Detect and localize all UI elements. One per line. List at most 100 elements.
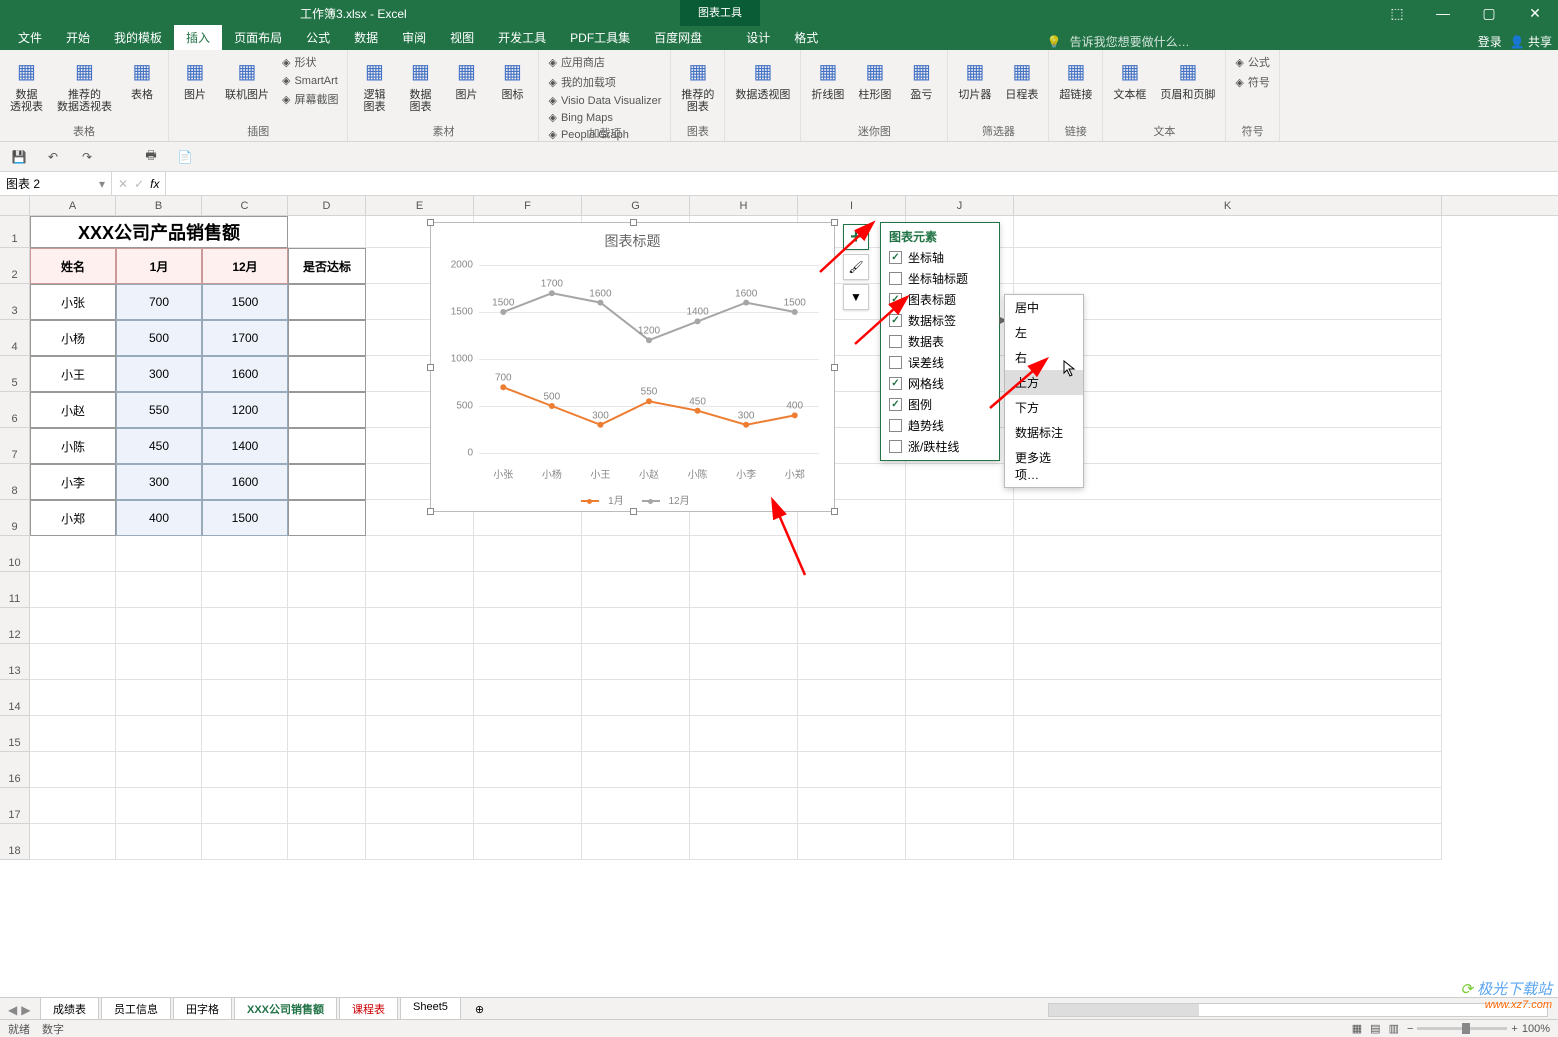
- zoom-level[interactable]: 100%: [1522, 1023, 1550, 1035]
- cell[interactable]: [30, 608, 116, 644]
- cell[interactable]: [690, 824, 798, 860]
- ribbon-tab[interactable]: 插入: [174, 25, 222, 50]
- save-icon[interactable]: 💾: [8, 146, 30, 168]
- submenu-item[interactable]: 下方: [1005, 395, 1083, 420]
- formula-input[interactable]: [166, 172, 1558, 195]
- ribbon-tab[interactable]: 开发工具: [486, 25, 558, 50]
- row-header[interactable]: 11: [0, 572, 30, 608]
- cell[interactable]: [906, 716, 1014, 752]
- cell[interactable]: [906, 644, 1014, 680]
- chart-element-checkbox[interactable]: 趋势线: [881, 415, 999, 436]
- cell[interactable]: [798, 824, 906, 860]
- cell[interactable]: [30, 680, 116, 716]
- cell[interactable]: 小杨: [30, 320, 116, 356]
- cell[interactable]: [202, 680, 288, 716]
- cell[interactable]: 1600: [202, 464, 288, 500]
- column-header[interactable]: H: [690, 196, 798, 215]
- cell[interactable]: 700: [116, 284, 202, 320]
- cell[interactable]: [1014, 500, 1442, 536]
- preview-icon[interactable]: 📄: [174, 146, 196, 168]
- ribbon-tab[interactable]: 公式: [294, 25, 342, 50]
- chart-legend[interactable]: 1月 12月: [431, 492, 834, 507]
- cell[interactable]: [202, 788, 288, 824]
- cell[interactable]: [1014, 216, 1442, 248]
- minimize-icon[interactable]: —: [1420, 0, 1466, 26]
- column-header[interactable]: B: [116, 196, 202, 215]
- cell[interactable]: [906, 572, 1014, 608]
- plot-area[interactable]: 0500100015002000小张小杨小王小赵小陈小李小郑7005003005…: [479, 265, 819, 461]
- cell[interactable]: [30, 644, 116, 680]
- cell[interactable]: 小赵: [30, 392, 116, 428]
- cell[interactable]: [116, 608, 202, 644]
- chart-element-checkbox[interactable]: 坐标轴: [881, 247, 999, 268]
- cell[interactable]: [30, 536, 116, 572]
- cell[interactable]: 400: [116, 500, 202, 536]
- cell[interactable]: XXX公司产品销售额: [30, 216, 288, 248]
- row-header[interactable]: 1: [0, 216, 30, 248]
- ribbon-tab[interactable]: 页面布局: [222, 25, 294, 50]
- cell[interactable]: [202, 608, 288, 644]
- row-header[interactable]: 15: [0, 716, 30, 752]
- cell[interactable]: [288, 680, 366, 716]
- cell[interactable]: [690, 572, 798, 608]
- cell[interactable]: [288, 788, 366, 824]
- ribbon-tab[interactable]: 视图: [438, 25, 486, 50]
- tell-me-input[interactable]: 告诉我您想要做什么…: [1070, 33, 1190, 50]
- cell[interactable]: [288, 824, 366, 860]
- ribbon-command-small[interactable]: ◈ Bing Maps: [545, 110, 664, 125]
- submenu-item[interactable]: 左: [1005, 320, 1083, 345]
- cell[interactable]: [690, 788, 798, 824]
- sheet-nav-prev-icon[interactable]: ◀: [8, 1003, 17, 1017]
- ribbon-context-tab[interactable]: 格式: [782, 25, 830, 50]
- cell[interactable]: [288, 536, 366, 572]
- chart-element-checkbox[interactable]: 图例: [881, 394, 999, 415]
- row-header[interactable]: 16: [0, 752, 30, 788]
- cell[interactable]: 小李: [30, 464, 116, 500]
- cell[interactable]: [116, 752, 202, 788]
- cell[interactable]: [1014, 824, 1442, 860]
- submenu-item[interactable]: 居中: [1005, 295, 1083, 320]
- cell[interactable]: [582, 824, 690, 860]
- ribbon-command[interactable]: ▦切片器: [954, 53, 995, 103]
- cell[interactable]: [690, 680, 798, 716]
- cell[interactable]: [288, 392, 366, 428]
- sheet-nav-next-icon[interactable]: ▶: [21, 1003, 30, 1017]
- ribbon-tab[interactable]: 百度网盘: [642, 25, 714, 50]
- cell[interactable]: 300: [116, 464, 202, 500]
- cell[interactable]: [288, 644, 366, 680]
- ribbon-command[interactable]: ▦数据图表: [400, 53, 440, 115]
- cell[interactable]: [1014, 680, 1442, 716]
- row-header[interactable]: 8: [0, 464, 30, 500]
- cell[interactable]: [116, 788, 202, 824]
- cell[interactable]: [1014, 572, 1442, 608]
- cell[interactable]: [798, 536, 906, 572]
- ribbon-command[interactable]: ▦超链接: [1055, 53, 1096, 103]
- restore-icon[interactable]: ▢: [1466, 0, 1512, 26]
- cell[interactable]: [798, 680, 906, 716]
- cell[interactable]: [288, 464, 366, 500]
- cell[interactable]: [116, 572, 202, 608]
- cell[interactable]: [582, 608, 690, 644]
- cell[interactable]: 450: [116, 428, 202, 464]
- ribbon-command-small[interactable]: ◈ Visio Data Visualizer: [545, 93, 664, 108]
- cell[interactable]: [798, 788, 906, 824]
- column-header[interactable]: J: [906, 196, 1014, 215]
- cell[interactable]: [202, 752, 288, 788]
- share-button[interactable]: 👤 共享: [1510, 33, 1552, 50]
- ribbon-command[interactable]: ▦文本框: [1109, 53, 1150, 103]
- cell[interactable]: [366, 644, 474, 680]
- ribbon-command[interactable]: ▦逻辑图表: [354, 53, 394, 115]
- column-header[interactable]: G: [582, 196, 690, 215]
- cell[interactable]: [906, 536, 1014, 572]
- column-header[interactable]: A: [30, 196, 116, 215]
- cell[interactable]: [582, 644, 690, 680]
- resize-handle[interactable]: [427, 364, 434, 371]
- ribbon-command[interactable]: ▦推荐的图表: [677, 53, 718, 115]
- cell[interactable]: [202, 644, 288, 680]
- cell[interactable]: [474, 788, 582, 824]
- cell[interactable]: [288, 284, 366, 320]
- cell[interactable]: [30, 788, 116, 824]
- cell[interactable]: [288, 428, 366, 464]
- cell[interactable]: [582, 680, 690, 716]
- resize-handle[interactable]: [831, 364, 838, 371]
